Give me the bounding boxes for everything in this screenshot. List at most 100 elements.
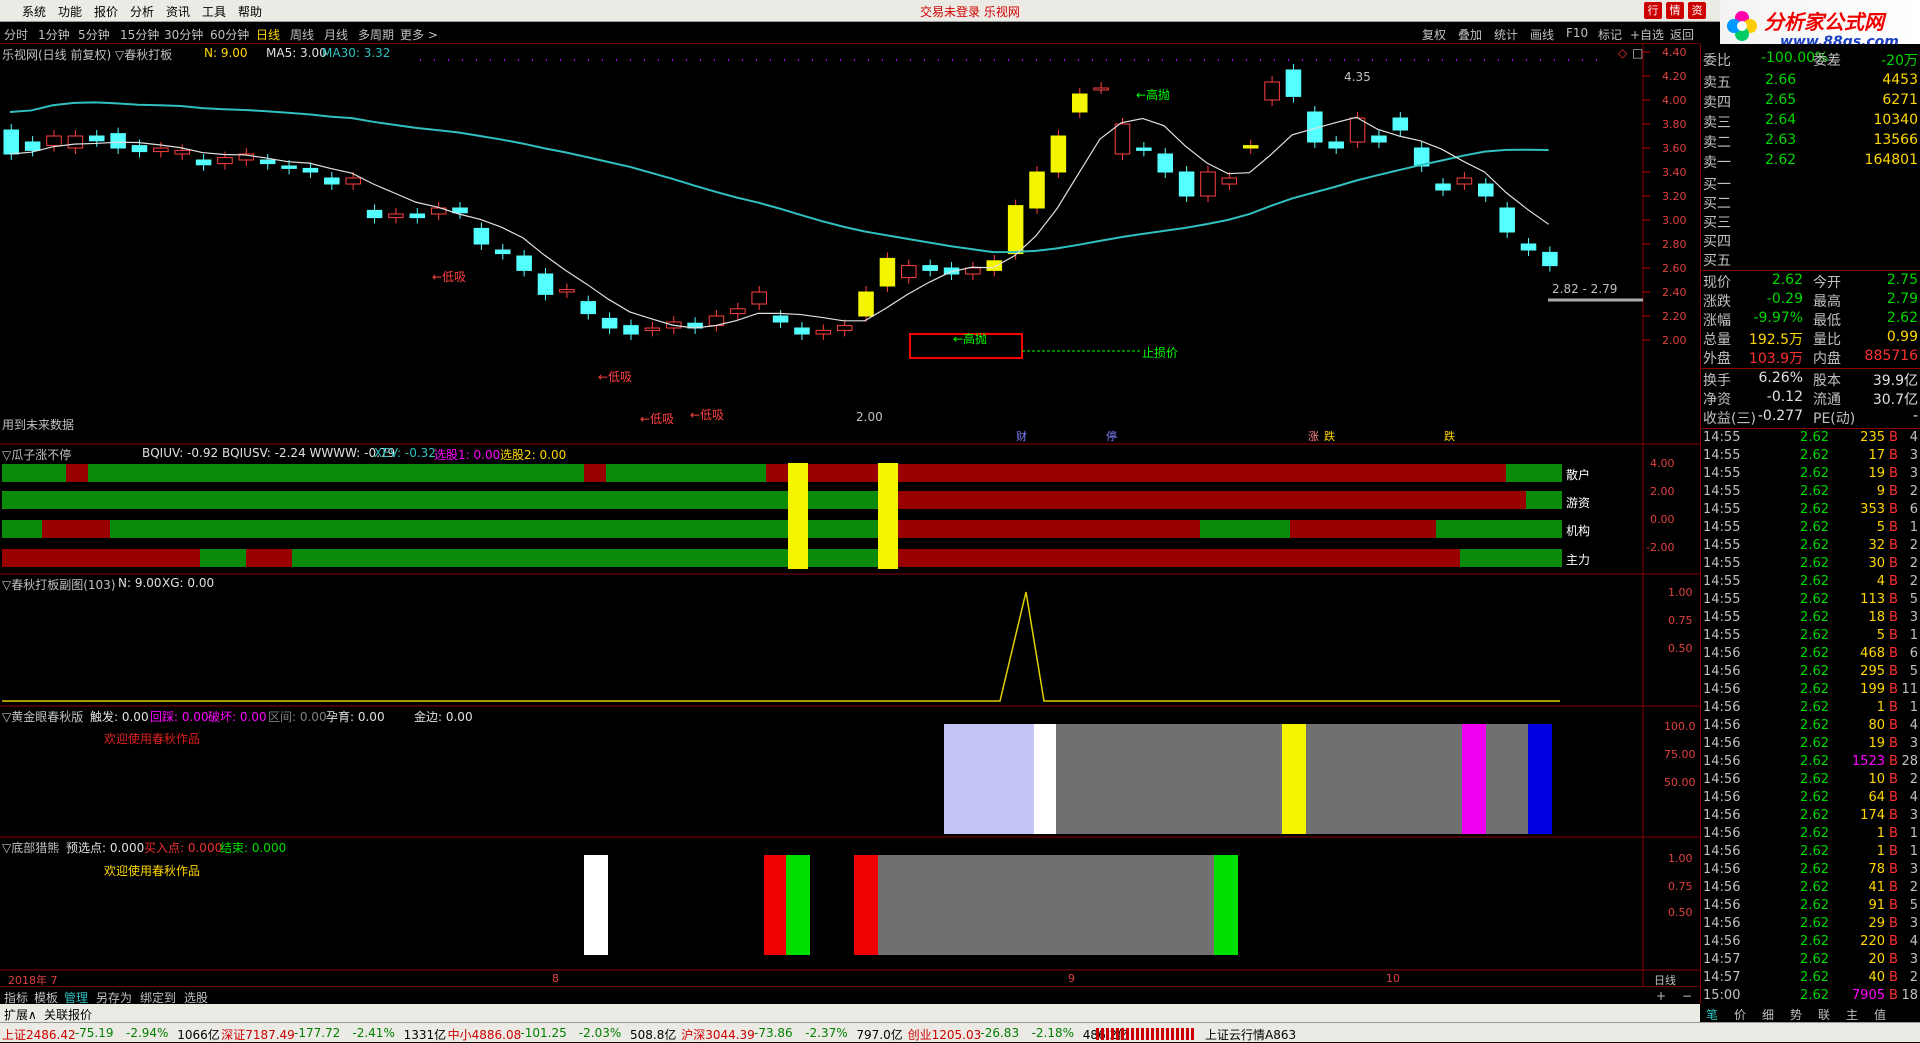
tick-row[interactable]: 14:56 2.62 295 B 5 xyxy=(1701,664,1920,682)
tick-row[interactable]: 14:56 2.62 80 B 4 xyxy=(1701,718,1920,736)
status-index-item[interactable]: -2.94% xyxy=(126,1026,168,1040)
status-index-item[interactable]: 上证云行情A863 xyxy=(1205,1026,1296,1043)
candle[interactable] xyxy=(751,291,767,305)
candle[interactable] xyxy=(772,315,789,323)
tab-tongji[interactable]: 统计 xyxy=(1494,26,1518,43)
qtab-price[interactable]: 价 xyxy=(1734,1006,1746,1023)
menu-system[interactable]: 系统 xyxy=(22,3,46,20)
tick-row[interactable]: 14:56 2.62 1 B 1 xyxy=(1701,844,1920,862)
qtab-value[interactable]: 值 xyxy=(1874,1006,1886,1023)
candle[interactable] xyxy=(388,213,404,219)
status-index-item[interactable]: 797.0亿 xyxy=(856,1026,902,1043)
panel2-title[interactable]: ▽瓜子涨不停 xyxy=(2,446,71,463)
candle[interactable] xyxy=(452,207,468,214)
status-index-item[interactable]: 1066亿 xyxy=(177,1026,220,1043)
tick-row[interactable]: 14:56 2.62 199 B 11 xyxy=(1701,682,1920,700)
status-index-item[interactable]: 创业1205.03 xyxy=(908,1026,982,1043)
candle[interactable] xyxy=(1114,123,1131,155)
status-index-item[interactable]: 深证7187.49 xyxy=(221,1026,295,1043)
tab-30min[interactable]: 30分钟 xyxy=(164,26,203,43)
tick-row[interactable]: 14:55 2.62 4 B 2 xyxy=(1701,574,1920,592)
candle[interactable] xyxy=(302,167,319,173)
candle[interactable] xyxy=(259,159,276,165)
tab-more[interactable]: 更多 > xyxy=(400,26,438,43)
chart-area[interactable]: 4.40 4.20 4.00 3.80 3.60 3.40 3.20 3.00 2.80 2.60… xyxy=(0,44,1700,988)
candle[interactable] xyxy=(1435,183,1451,191)
marker-zhang[interactable]: 涨 xyxy=(1308,428,1319,444)
panel3-title[interactable]: ▽春秋打板副图(103) xyxy=(2,576,116,593)
tick-row[interactable]: 14:55 2.62 32 B 2 xyxy=(1701,538,1920,556)
candle[interactable] xyxy=(1050,135,1067,173)
tab-60min[interactable]: 60分钟 xyxy=(210,26,249,43)
candle[interactable] xyxy=(3,129,20,155)
candle[interactable] xyxy=(1264,81,1280,101)
menu-analysis[interactable]: 分析 xyxy=(130,3,154,20)
menu-quote[interactable]: 报价 xyxy=(94,3,118,20)
status-index-item[interactable]: 1331亿 xyxy=(404,1026,447,1043)
marker-die-1[interactable]: 跌 xyxy=(1324,428,1335,444)
candle[interactable] xyxy=(495,249,511,255)
tick-row[interactable]: 14:55 2.62 113 B 5 xyxy=(1701,592,1920,610)
square-icon[interactable]: □ xyxy=(1632,46,1643,60)
candle[interactable] xyxy=(153,147,169,153)
qtab-related[interactable]: 联 xyxy=(1818,1006,1830,1023)
tick-row[interactable]: 14:57 2.62 40 B 2 xyxy=(1701,970,1920,988)
menu-news[interactable]: 资讯 xyxy=(166,3,190,20)
tab-f10[interactable]: F10 xyxy=(1566,26,1588,40)
status-index-item[interactable]: -2.41% xyxy=(352,1026,394,1040)
candle[interactable] xyxy=(174,149,190,155)
tick-row[interactable]: 14:56 2.62 1523 B 28 xyxy=(1701,754,1920,772)
panel5-title[interactable]: ▽底部猎熊 xyxy=(2,839,59,856)
candle[interactable] xyxy=(46,135,62,147)
candle[interactable] xyxy=(217,157,233,165)
trade-button[interactable]: 行 xyxy=(1644,2,1662,19)
menu-function[interactable]: 功能 xyxy=(58,3,82,20)
candle[interactable] xyxy=(345,177,361,185)
status-index-item[interactable]: -101.25 xyxy=(520,1026,566,1040)
tab-1min[interactable]: 1分钟 xyxy=(38,26,70,43)
status-index-item[interactable]: -177.72 xyxy=(294,1026,340,1040)
candle[interactable] xyxy=(1349,117,1366,143)
candle[interactable] xyxy=(623,325,639,335)
candle[interactable] xyxy=(1328,141,1344,149)
candle[interactable] xyxy=(1007,205,1024,255)
candle[interactable] xyxy=(1499,207,1515,233)
tab-daily[interactable]: 日线 xyxy=(256,26,280,43)
tick-row[interactable]: 14:56 2.62 91 B 5 xyxy=(1701,898,1920,916)
candle[interactable] xyxy=(88,135,105,142)
candle[interactable] xyxy=(1478,183,1494,197)
tab-fenshi[interactable]: 分时 xyxy=(4,26,28,43)
candle[interactable] xyxy=(559,289,575,293)
status-index-item[interactable]: -73.86 xyxy=(754,1026,793,1040)
tick-row[interactable]: 14:56 2.62 41 B 2 xyxy=(1701,880,1920,898)
candle[interactable] xyxy=(1178,171,1195,197)
candle[interactable] xyxy=(901,265,917,279)
tick-row[interactable]: 14:55 2.62 353 B 6 xyxy=(1701,502,1920,520)
tick-row[interactable]: 14:56 2.62 10 B 2 xyxy=(1701,772,1920,790)
candle[interactable] xyxy=(195,159,212,166)
tab-weekly[interactable]: 周线 xyxy=(290,26,314,43)
candle[interactable] xyxy=(922,265,938,271)
qtab-detail[interactable]: 细 xyxy=(1762,1006,1774,1023)
tab-fuquan[interactable]: 复权 xyxy=(1422,26,1446,43)
candle[interactable] xyxy=(1029,171,1045,209)
tick-row[interactable]: 14:55 2.62 9 B 2 xyxy=(1701,484,1920,502)
candle[interactable] xyxy=(516,255,532,271)
tick-row[interactable]: 14:55 2.62 19 B 3 xyxy=(1701,466,1920,484)
candle[interactable] xyxy=(1456,177,1473,185)
candle[interactable] xyxy=(1136,147,1152,151)
tab-multi[interactable]: 多周期 xyxy=(358,26,394,43)
tick-row[interactable]: 14:56 2.62 1 B 1 xyxy=(1701,826,1920,844)
tab-add-favorite[interactable]: +自选 xyxy=(1630,26,1664,43)
diamond-icon[interactable]: ◇ xyxy=(1618,46,1627,60)
candle[interactable] xyxy=(1392,117,1409,131)
tab-diejia[interactable]: 叠加 xyxy=(1458,26,1482,43)
tick-row[interactable]: 14:55 2.62 30 B 2 xyxy=(1701,556,1920,574)
qtab-trend[interactable]: 势 xyxy=(1790,1006,1802,1023)
candle[interactable] xyxy=(1520,243,1537,251)
marker-ting[interactable]: 停 xyxy=(1106,428,1117,444)
tick-row[interactable]: 14:56 2.62 29 B 3 xyxy=(1701,916,1920,934)
status-index-item[interactable]: -26.83 xyxy=(980,1026,1019,1040)
candle[interactable] xyxy=(815,329,832,335)
candle[interactable] xyxy=(836,325,853,331)
